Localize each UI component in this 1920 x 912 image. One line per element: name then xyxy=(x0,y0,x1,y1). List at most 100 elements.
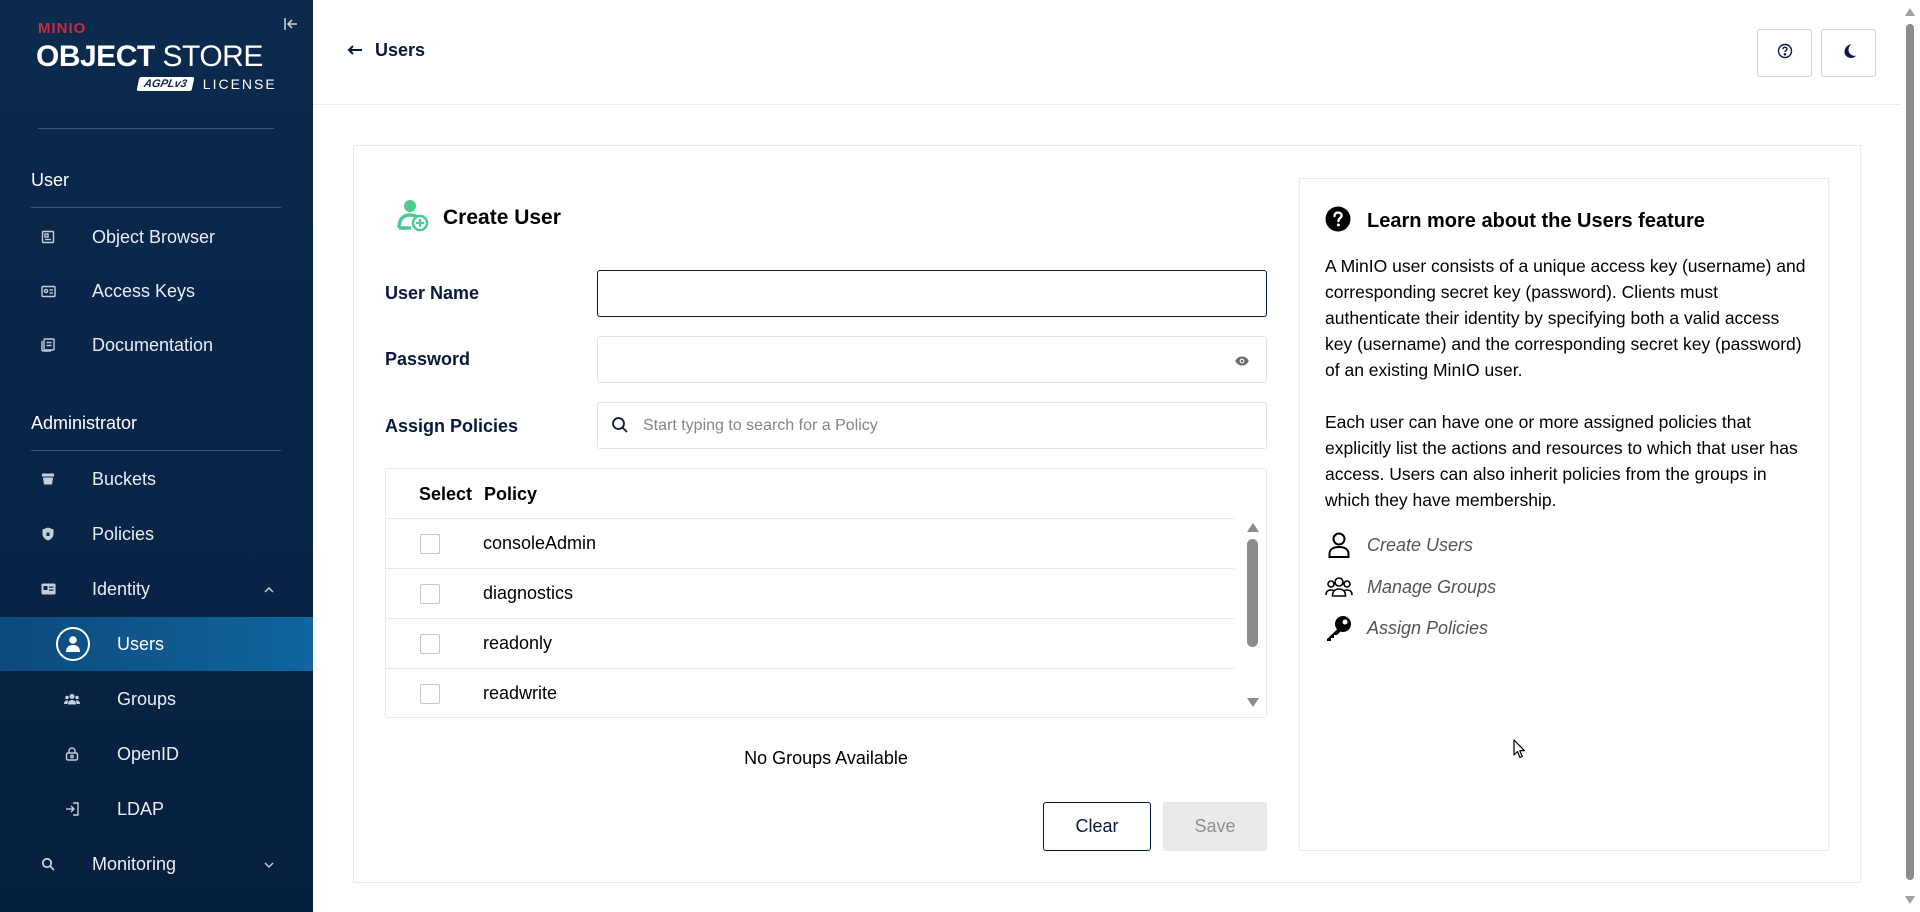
password-field-wrapper xyxy=(597,336,1267,383)
identity-icon xyxy=(40,581,56,597)
help-title: Learn more about the Users feature xyxy=(1367,210,1705,232)
section-title-administrator: Administrator xyxy=(31,413,138,433)
key-icon xyxy=(1325,614,1353,642)
eye-icon[interactable] xyxy=(1230,349,1254,373)
agpl-badge: AGPLv3 xyxy=(136,77,195,91)
monitoring-icon xyxy=(40,856,56,872)
policy-checkbox[interactable] xyxy=(420,634,440,654)
sidebar-item-buckets[interactable]: Buckets xyxy=(0,452,313,506)
help-circle-icon xyxy=(1777,43,1793,64)
column-header-policy: Policy xyxy=(484,484,538,504)
documentation-icon xyxy=(40,337,56,353)
clear-button[interactable]: Clear xyxy=(1043,802,1151,851)
sidebar-item-label: Documentation xyxy=(92,334,214,355)
scroll-down-icon[interactable] xyxy=(1247,698,1259,707)
chevron-up-icon xyxy=(264,582,274,596)
buckets-icon xyxy=(40,471,56,487)
policy-table-header: Select Policy xyxy=(386,469,1234,519)
sidebar-item-groups[interactable]: Groups xyxy=(0,672,313,726)
groups-icon xyxy=(64,691,80,707)
help-panel: Learn more about the Users feature A Min… xyxy=(1299,178,1829,851)
assign-policies-label: Assign Policies xyxy=(385,416,519,436)
table-row[interactable]: diagnostics xyxy=(386,569,1234,619)
access-keys-icon xyxy=(40,283,56,299)
scroll-down-icon[interactable] xyxy=(1905,896,1915,904)
form-title-row: Create User xyxy=(397,198,561,237)
dark-mode-button[interactable] xyxy=(1821,29,1876,77)
sidebar: MINIO OBJECT STORE AGPLv3 LICENSE User O… xyxy=(0,0,313,912)
chevron-down-icon xyxy=(264,857,274,871)
table-row[interactable]: consoleAdmin xyxy=(386,519,1234,569)
help-paragraph-1: A MinIO user consists of a unique access… xyxy=(1325,256,1806,380)
username-input[interactable] xyxy=(598,271,1266,316)
no-groups-message: No Groups Available xyxy=(744,748,908,768)
help-link-assign-policies[interactable]: Assign Policies xyxy=(1325,614,1488,642)
help-link-label: Assign Policies xyxy=(1367,617,1489,638)
policy-table-scrollbar[interactable] xyxy=(1244,523,1260,707)
back-to-users-link[interactable]: Users xyxy=(347,40,425,61)
sidebar-item-label: Monitoring xyxy=(92,853,177,874)
password-input[interactable] xyxy=(598,337,1266,382)
help-link-manage-groups[interactable]: Manage Groups xyxy=(1325,573,1496,601)
user-outline-icon xyxy=(1325,531,1353,559)
sidebar-item-monitoring[interactable]: Monitoring xyxy=(0,837,313,891)
policy-name: diagnostics xyxy=(483,583,574,603)
sidebar-item-label: Policies xyxy=(92,523,155,544)
scrollbar-thumb[interactable] xyxy=(1906,24,1914,880)
scroll-up-icon[interactable] xyxy=(1905,8,1915,16)
column-header-select: Select xyxy=(419,484,473,504)
openid-icon xyxy=(64,746,80,762)
logo-product: OBJECT STORE xyxy=(36,40,263,74)
sidebar-item-policies[interactable]: Policies xyxy=(0,507,313,561)
search-icon xyxy=(611,416,631,436)
sidebar-item-label: Access Keys xyxy=(92,280,196,301)
scroll-up-icon[interactable] xyxy=(1247,523,1259,532)
sidebar-item-label: Groups xyxy=(117,688,177,709)
arrow-left-icon xyxy=(347,40,363,61)
ldap-icon xyxy=(64,801,80,817)
logo-license: AGPLv3 LICENSE xyxy=(136,76,277,92)
policy-checkbox[interactable] xyxy=(420,684,440,704)
table-row[interactable]: readonly xyxy=(386,619,1234,669)
policy-checkbox[interactable] xyxy=(420,584,440,604)
section-title-user: User xyxy=(31,170,70,190)
policy-search-input[interactable] xyxy=(598,403,1266,448)
section-divider xyxy=(31,450,281,451)
sidebar-item-users[interactable]: Users xyxy=(0,617,313,671)
policy-checkbox[interactable] xyxy=(420,534,440,554)
sidebar-item-label: LDAP xyxy=(117,798,165,819)
page-header: Users xyxy=(313,0,1900,105)
logo-product-regular: STORE xyxy=(154,40,264,73)
sidebar-item-access-keys[interactable]: Access Keys xyxy=(0,264,313,318)
sidebar-item-object-browser[interactable]: Object Browser xyxy=(0,210,313,264)
page-scrollbar[interactable] xyxy=(1900,0,1920,912)
sidebar-divider xyxy=(38,128,274,129)
create-user-card: Create User User Name Password Assign Po… xyxy=(353,145,1861,883)
form-title: Create User xyxy=(443,205,561,229)
user-icon xyxy=(56,627,90,661)
sidebar-item-label: Object Browser xyxy=(92,226,216,247)
policies-icon xyxy=(40,526,56,542)
sidebar-item-openid[interactable]: OpenID xyxy=(0,727,313,781)
back-link-label: Users xyxy=(375,40,426,60)
policy-name: consoleAdmin xyxy=(483,533,597,553)
moon-icon xyxy=(1841,43,1857,64)
mouse-cursor-icon xyxy=(1513,739,1527,759)
sidebar-item-identity[interactable]: Identity xyxy=(0,562,313,616)
sidebar-item-ldap[interactable]: LDAP xyxy=(0,782,313,836)
username-field-wrapper xyxy=(597,270,1267,317)
policy-name: readwrite xyxy=(483,683,558,703)
help-button[interactable] xyxy=(1757,29,1812,77)
sidebar-item-documentation[interactable]: Documentation xyxy=(0,318,313,372)
help-link-create-users[interactable]: Create Users xyxy=(1325,531,1473,559)
sidebar-item-label: Buckets xyxy=(92,468,157,489)
scrollbar-thumb[interactable] xyxy=(1247,539,1258,647)
collapse-sidebar-icon[interactable] xyxy=(282,16,300,34)
question-circle-icon xyxy=(1325,206,1351,237)
save-button[interactable]: Save xyxy=(1163,802,1267,851)
sidebar-item-label: Identity xyxy=(92,578,151,599)
policy-search-wrapper xyxy=(597,402,1267,449)
license-text: LICENSE xyxy=(202,76,277,92)
table-row[interactable]: readwrite xyxy=(386,669,1234,719)
username-label: User Name xyxy=(385,283,480,303)
